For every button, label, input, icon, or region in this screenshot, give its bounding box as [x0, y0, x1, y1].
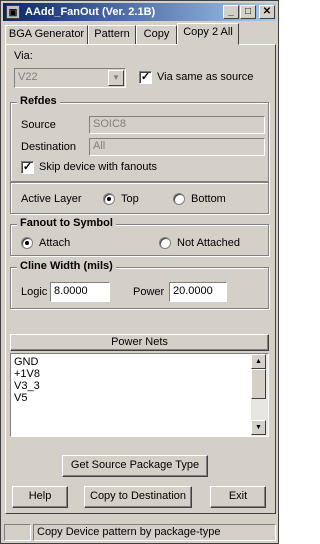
fanout-attach-radio[interactable] — [21, 237, 33, 249]
radio-selected-dot — [25, 241, 29, 245]
active-layer-bottom-label: Bottom — [191, 193, 226, 205]
cline-power-value: 20.0000 — [173, 285, 213, 297]
scrollbar-thumb[interactable] — [251, 369, 266, 399]
active-layer-group: Active Layer Top Bottom — [10, 182, 269, 214]
list-item[interactable]: +1V8 — [14, 368, 40, 380]
skip-device-checkbox[interactable]: ✓ — [21, 161, 34, 174]
fanout-to-symbol-group: Fanout to Symbol Attach Not Attached — [10, 217, 269, 256]
list-item[interactable]: GND — [14, 356, 38, 368]
refdes-source-value: SOIC8 — [93, 118, 127, 130]
cline-logic-value: 8.0000 — [54, 285, 88, 297]
cline-width-group: Cline Width (mils) Logic 8.0000 Power 20… — [10, 260, 269, 309]
scroll-down-icon[interactable]: ▼ — [251, 420, 266, 435]
active-layer-bottom-radio[interactable] — [173, 193, 185, 205]
active-layer-label: Active Layer — [21, 193, 82, 205]
refdes-destination-label: Destination — [21, 141, 77, 153]
refdes-source-label: Source — [21, 119, 56, 131]
fanout-attach-label: Attach — [39, 237, 71, 249]
close-button[interactable]: ✕ — [259, 5, 275, 19]
active-layer-top-radio[interactable] — [103, 193, 115, 205]
refdes-source-field[interactable]: SOIC8 — [89, 116, 265, 134]
window-title: AAdd_FanOut (Ver. 2.1B) — [25, 6, 156, 18]
app-window: ▣ AAdd_FanOut (Ver. 2.1B) _ □ ✕ BGA Gene… — [0, 0, 279, 544]
refdes-destination-value: All — [93, 140, 106, 152]
statusbar-pane-blank — [4, 524, 31, 541]
skip-device-label: Skip device with fanouts — [39, 161, 158, 173]
copy-to-destination-button[interactable]: Copy to Destination — [84, 486, 192, 508]
minimize-button[interactable]: _ — [223, 5, 239, 19]
tab-strip: BGA Generator Pattern Copy Copy 2 All — [5, 23, 274, 45]
power-nets-list[interactable]: GND +1V8 V3_3 V5 ▲ ▼ — [10, 353, 269, 437]
radio-selected-dot — [107, 197, 111, 201]
via-label: Via: — [14, 50, 33, 62]
chevron-down-icon[interactable]: ▼ — [108, 70, 124, 86]
via-select[interactable]: V22 ▼ — [14, 68, 126, 88]
tab-copy-2-all[interactable]: Copy 2 All — [177, 23, 239, 45]
cline-logic-input[interactable]: 8.0000 — [50, 282, 110, 302]
via-same-as-source-checkbox[interactable]: ✓ — [139, 71, 152, 84]
cline-power-input[interactable]: 20.0000 — [169, 282, 227, 302]
statusbar-pane: Copy Device pattern by package-type — [33, 524, 276, 541]
cline-width-title: Cline Width (mils) — [17, 260, 116, 272]
status-text: Copy Device pattern by package-type — [37, 526, 221, 538]
fanout-to-symbol-title: Fanout to Symbol — [17, 217, 116, 229]
scroll-up-icon[interactable]: ▲ — [251, 354, 266, 369]
tab-bga-generator[interactable]: BGA Generator — [5, 25, 88, 45]
title-bar[interactable]: ▣ AAdd_FanOut (Ver. 2.1B) _ □ ✕ — [3, 3, 276, 21]
via-same-as-source-label: Via same as source — [157, 71, 254, 83]
vertical-scrollbar[interactable]: ▲ ▼ — [251, 354, 268, 436]
get-source-package-type-button[interactable]: Get Source Package Type — [62, 455, 208, 477]
active-layer-top-label: Top — [121, 193, 139, 205]
tab-copy[interactable]: Copy — [136, 25, 177, 45]
power-nets-button[interactable]: Power Nets — [10, 334, 269, 351]
tab-panel: Via: V22 ▼ ✓ Via same as source Refdes S… — [5, 44, 276, 514]
fanout-not-attached-label: Not Attached — [177, 237, 240, 249]
cline-power-label: Power — [133, 286, 165, 298]
tab-pattern[interactable]: Pattern — [88, 25, 136, 45]
exit-button[interactable]: Exit — [210, 486, 266, 508]
fanout-not-attached-radio[interactable] — [159, 237, 171, 249]
refdes-group-title: Refdes — [17, 95, 60, 107]
app-icon: ▣ — [6, 5, 20, 19]
via-select-value: V22 — [18, 71, 38, 83]
refdes-destination-field[interactable]: All — [89, 138, 265, 156]
cline-logic-label: Logic — [21, 286, 48, 298]
maximize-button[interactable]: □ — [240, 5, 256, 19]
list-item[interactable]: V5 — [14, 392, 27, 404]
list-item[interactable]: V3_3 — [14, 380, 40, 392]
refdes-group: Refdes Source SOIC8 Destination All ✓ Sk… — [10, 95, 269, 182]
help-button[interactable]: Help — [12, 486, 68, 508]
